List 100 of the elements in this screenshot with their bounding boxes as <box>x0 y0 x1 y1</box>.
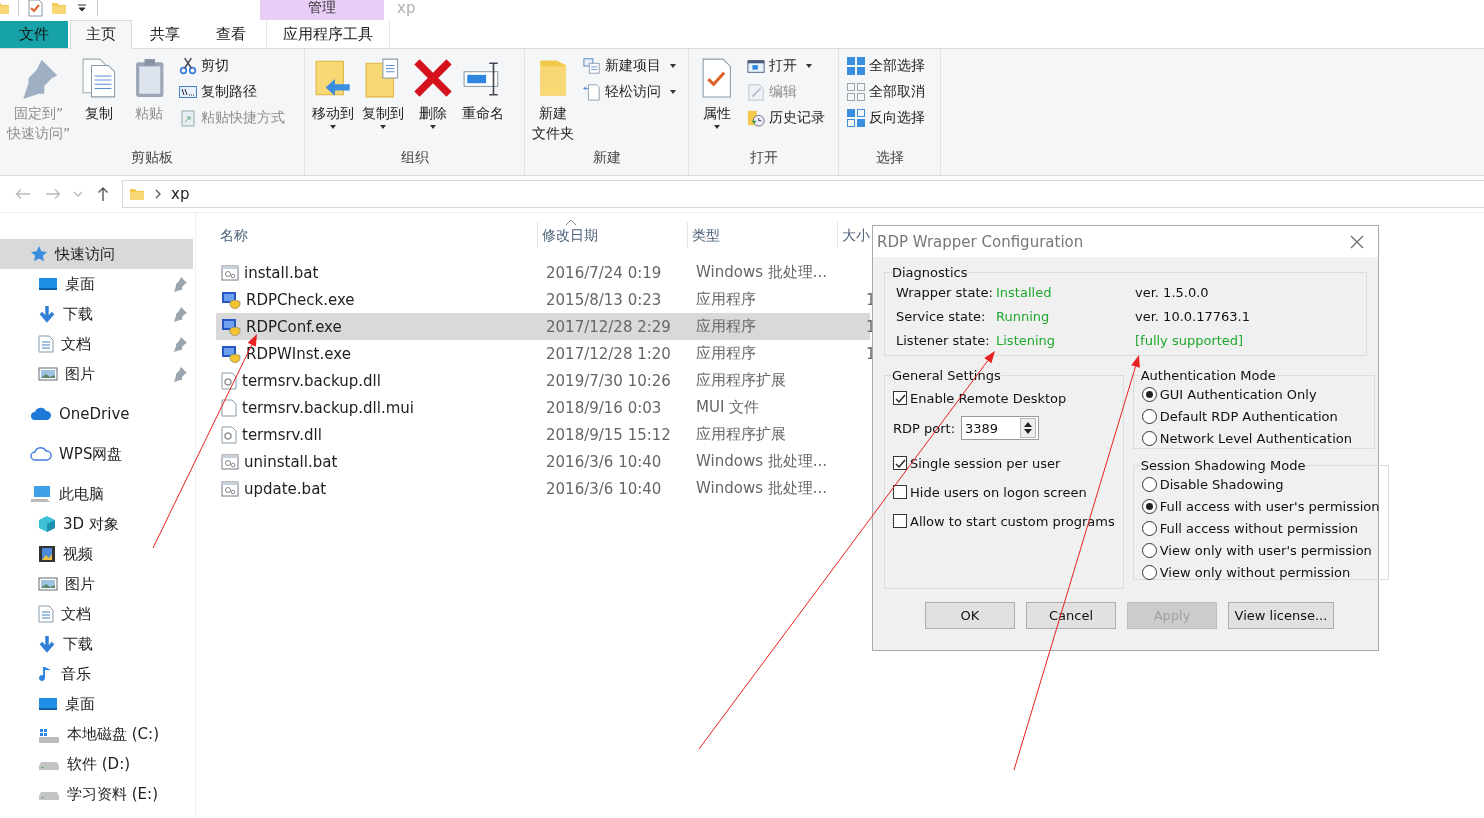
ribbon-tab[interactable]: 应用程序工具 <box>266 21 390 48</box>
star-icon <box>30 245 48 263</box>
drive-icon <box>38 762 60 770</box>
monitor-shield-icon <box>221 290 241 309</box>
ribbon-tab[interactable]: 共享 <box>132 21 198 48</box>
clipboard-icon <box>133 57 165 99</box>
ribbon-button[interactable]: 全部选择 <box>847 55 925 77</box>
sidebar-item[interactable]: 文档 <box>0 329 193 359</box>
gear-window-icon <box>221 453 239 470</box>
file-row[interactable]: termsrv.backup.dll 2019/7/30 10:26 应用程序扩展 <box>216 367 870 394</box>
sidebar-item[interactable]: 下载 <box>0 629 193 659</box>
status-info: ver. 1.5.0.0 <box>1135 284 1210 302</box>
group-label: 选择 <box>874 149 905 167</box>
ribbon-button[interactable]: 打开 <box>747 55 825 77</box>
status-value: Running <box>996 308 1051 326</box>
window-icon <box>747 57 765 75</box>
pin-icon <box>172 336 188 352</box>
radio-button[interactable] <box>1141 387 1157 402</box>
checkbox-label: Enable Remote Desktop <box>910 390 1067 406</box>
checkbox[interactable] <box>893 514 907 528</box>
sidebar-item[interactable]: 图片 <box>0 569 193 599</box>
ribbon-button[interactable]: 重命名 <box>459 53 507 149</box>
group-label: 组织 <box>399 149 430 167</box>
sidebar-item[interactable]: 学习资料 (E:) <box>0 779 193 809</box>
dialog-button[interactable]: View license... <box>1228 602 1334 629</box>
delete-icon <box>412 57 454 99</box>
radio-button[interactable] <box>1141 543 1157 558</box>
ribbon-button[interactable]: 删除 <box>409 53 457 149</box>
file-row[interactable]: termsrv.dll 2018/9/15 15:12 应用程序扩展 <box>216 421 870 448</box>
file-row[interactable]: update.bat 2016/3/6 10:40 Windows 批处理... <box>216 475 870 502</box>
radio-button[interactable] <box>1141 431 1157 446</box>
column-header[interactable]: 名称 <box>216 222 538 248</box>
sidebar-item[interactable]: 下载 <box>0 299 193 329</box>
gear-window-icon <box>221 264 239 281</box>
type-cell-text: 应用程序 <box>695 290 757 309</box>
sidebar-item[interactable]: 软件 (D:) <box>0 749 193 779</box>
ribbon-button[interactable]: 新建项目 <box>583 55 676 77</box>
type-cell-text: MUI 文件 <box>695 398 761 417</box>
date-cell-text: 2019/7/30 10:26 <box>545 371 672 390</box>
dialog-button[interactable]: Cancel <box>1026 602 1116 629</box>
sidebar-item[interactable]: 本地磁盘 (C:) <box>0 719 193 749</box>
sidebar-item[interactable]: 此电脑 <box>0 479 193 509</box>
sidebar-item[interactable]: 桌面 <box>0 269 193 299</box>
group-title: Authentication Mode <box>1140 368 1276 383</box>
column-header[interactable]: 类型 <box>688 222 838 248</box>
up-arrow-icon[interactable] <box>97 186 109 202</box>
dialog-button[interactable]: OK <box>925 602 1015 629</box>
ribbon-button[interactable]: 历史记录 <box>747 107 825 129</box>
sidebar-item[interactable]: 3D 对象 <box>0 509 193 539</box>
ribbon-button[interactable]: 全部取消 <box>847 81 925 103</box>
status-label: Wrapper state: <box>896 284 994 302</box>
date-cell-text: 2016/3/6 10:40 <box>545 452 663 471</box>
ribbon-button[interactable]: 复制到 <box>359 53 407 149</box>
checkbox-label: Hide users on logon screen <box>910 484 1087 500</box>
customize-button[interactable] <box>75 3 89 13</box>
ribbon-button[interactable]: 复制 <box>75 53 124 149</box>
dialog-title: RDP Wrapper Configuration <box>877 232 1084 251</box>
radio-button[interactable] <box>1141 521 1157 536</box>
sidebar-item[interactable]: OneDrive <box>0 399 193 429</box>
radio-label: Disable Shadowing <box>1159 477 1284 492</box>
type-cell-text: Windows 批处理... <box>695 479 829 498</box>
grid-icon <box>847 57 865 75</box>
cloud-icon <box>30 446 52 462</box>
file-tab[interactable]: 文件 <box>0 21 68 48</box>
ribbon-button[interactable]: 复制路径 <box>179 81 286 103</box>
radio-button[interactable] <box>1141 565 1157 580</box>
radio-button[interactable] <box>1141 409 1157 424</box>
checkbox[interactable] <box>893 485 907 499</box>
ribbon-tab[interactable]: 主页 <box>70 20 132 49</box>
sidebar-item[interactable]: WPS网盘 <box>0 439 193 469</box>
ribbon-button[interactable]: 属性 <box>693 53 741 149</box>
sidebar-item[interactable]: 图片 <box>0 359 193 389</box>
shortcut-icon <box>179 109 198 127</box>
ribbon-button[interactable]: 新建 文件夹 <box>529 53 577 149</box>
file-row[interactable]: uninstall.bat 2016/3/6 10:40 Windows 批处理... <box>216 448 870 475</box>
ribbon-button[interactable]: 反向选择 <box>847 107 925 129</box>
address-field[interactable]: xp <box>122 180 1484 208</box>
edit-icon <box>747 83 765 101</box>
checkbox[interactable] <box>893 456 907 470</box>
column-header[interactable]: 修改日期 <box>538 222 688 248</box>
file-row[interactable]: install.bat 2016/7/24 0:19 Windows 批处理... <box>216 259 870 286</box>
monitor-icon <box>38 696 58 712</box>
radio-button[interactable] <box>1141 499 1157 514</box>
sidebar-item[interactable]: 视频 <box>0 539 193 569</box>
ribbon-tab[interactable]: 查看 <box>198 21 264 48</box>
sidebar-item[interactable]: 文档 <box>0 599 193 629</box>
file-name: RDPConf.exe <box>246 317 342 336</box>
breadcrumb-item[interactable]: xp <box>171 185 190 203</box>
sidebar-item[interactable]: 音乐 <box>0 659 193 689</box>
ribbon-button[interactable]: 移动到 <box>309 53 357 149</box>
sidebar-item[interactable]: 桌面 <box>0 689 193 719</box>
radio-button[interactable] <box>1141 477 1157 492</box>
file-row[interactable]: termsrv.backup.dll.mui 2018/9/16 0:03 MUI 文件 <box>216 394 870 421</box>
computer-icon <box>30 485 52 503</box>
ribbon-button[interactable]: 轻松访问 <box>583 81 676 103</box>
spin-buttons[interactable] <box>1020 418 1037 438</box>
ribbon-button[interactable]: 剪切 <box>179 55 286 77</box>
checkbox[interactable] <box>893 391 907 405</box>
sidebar-item[interactable]: 快速访问 <box>0 239 193 269</box>
group-label: 剪贴板 <box>130 149 174 167</box>
